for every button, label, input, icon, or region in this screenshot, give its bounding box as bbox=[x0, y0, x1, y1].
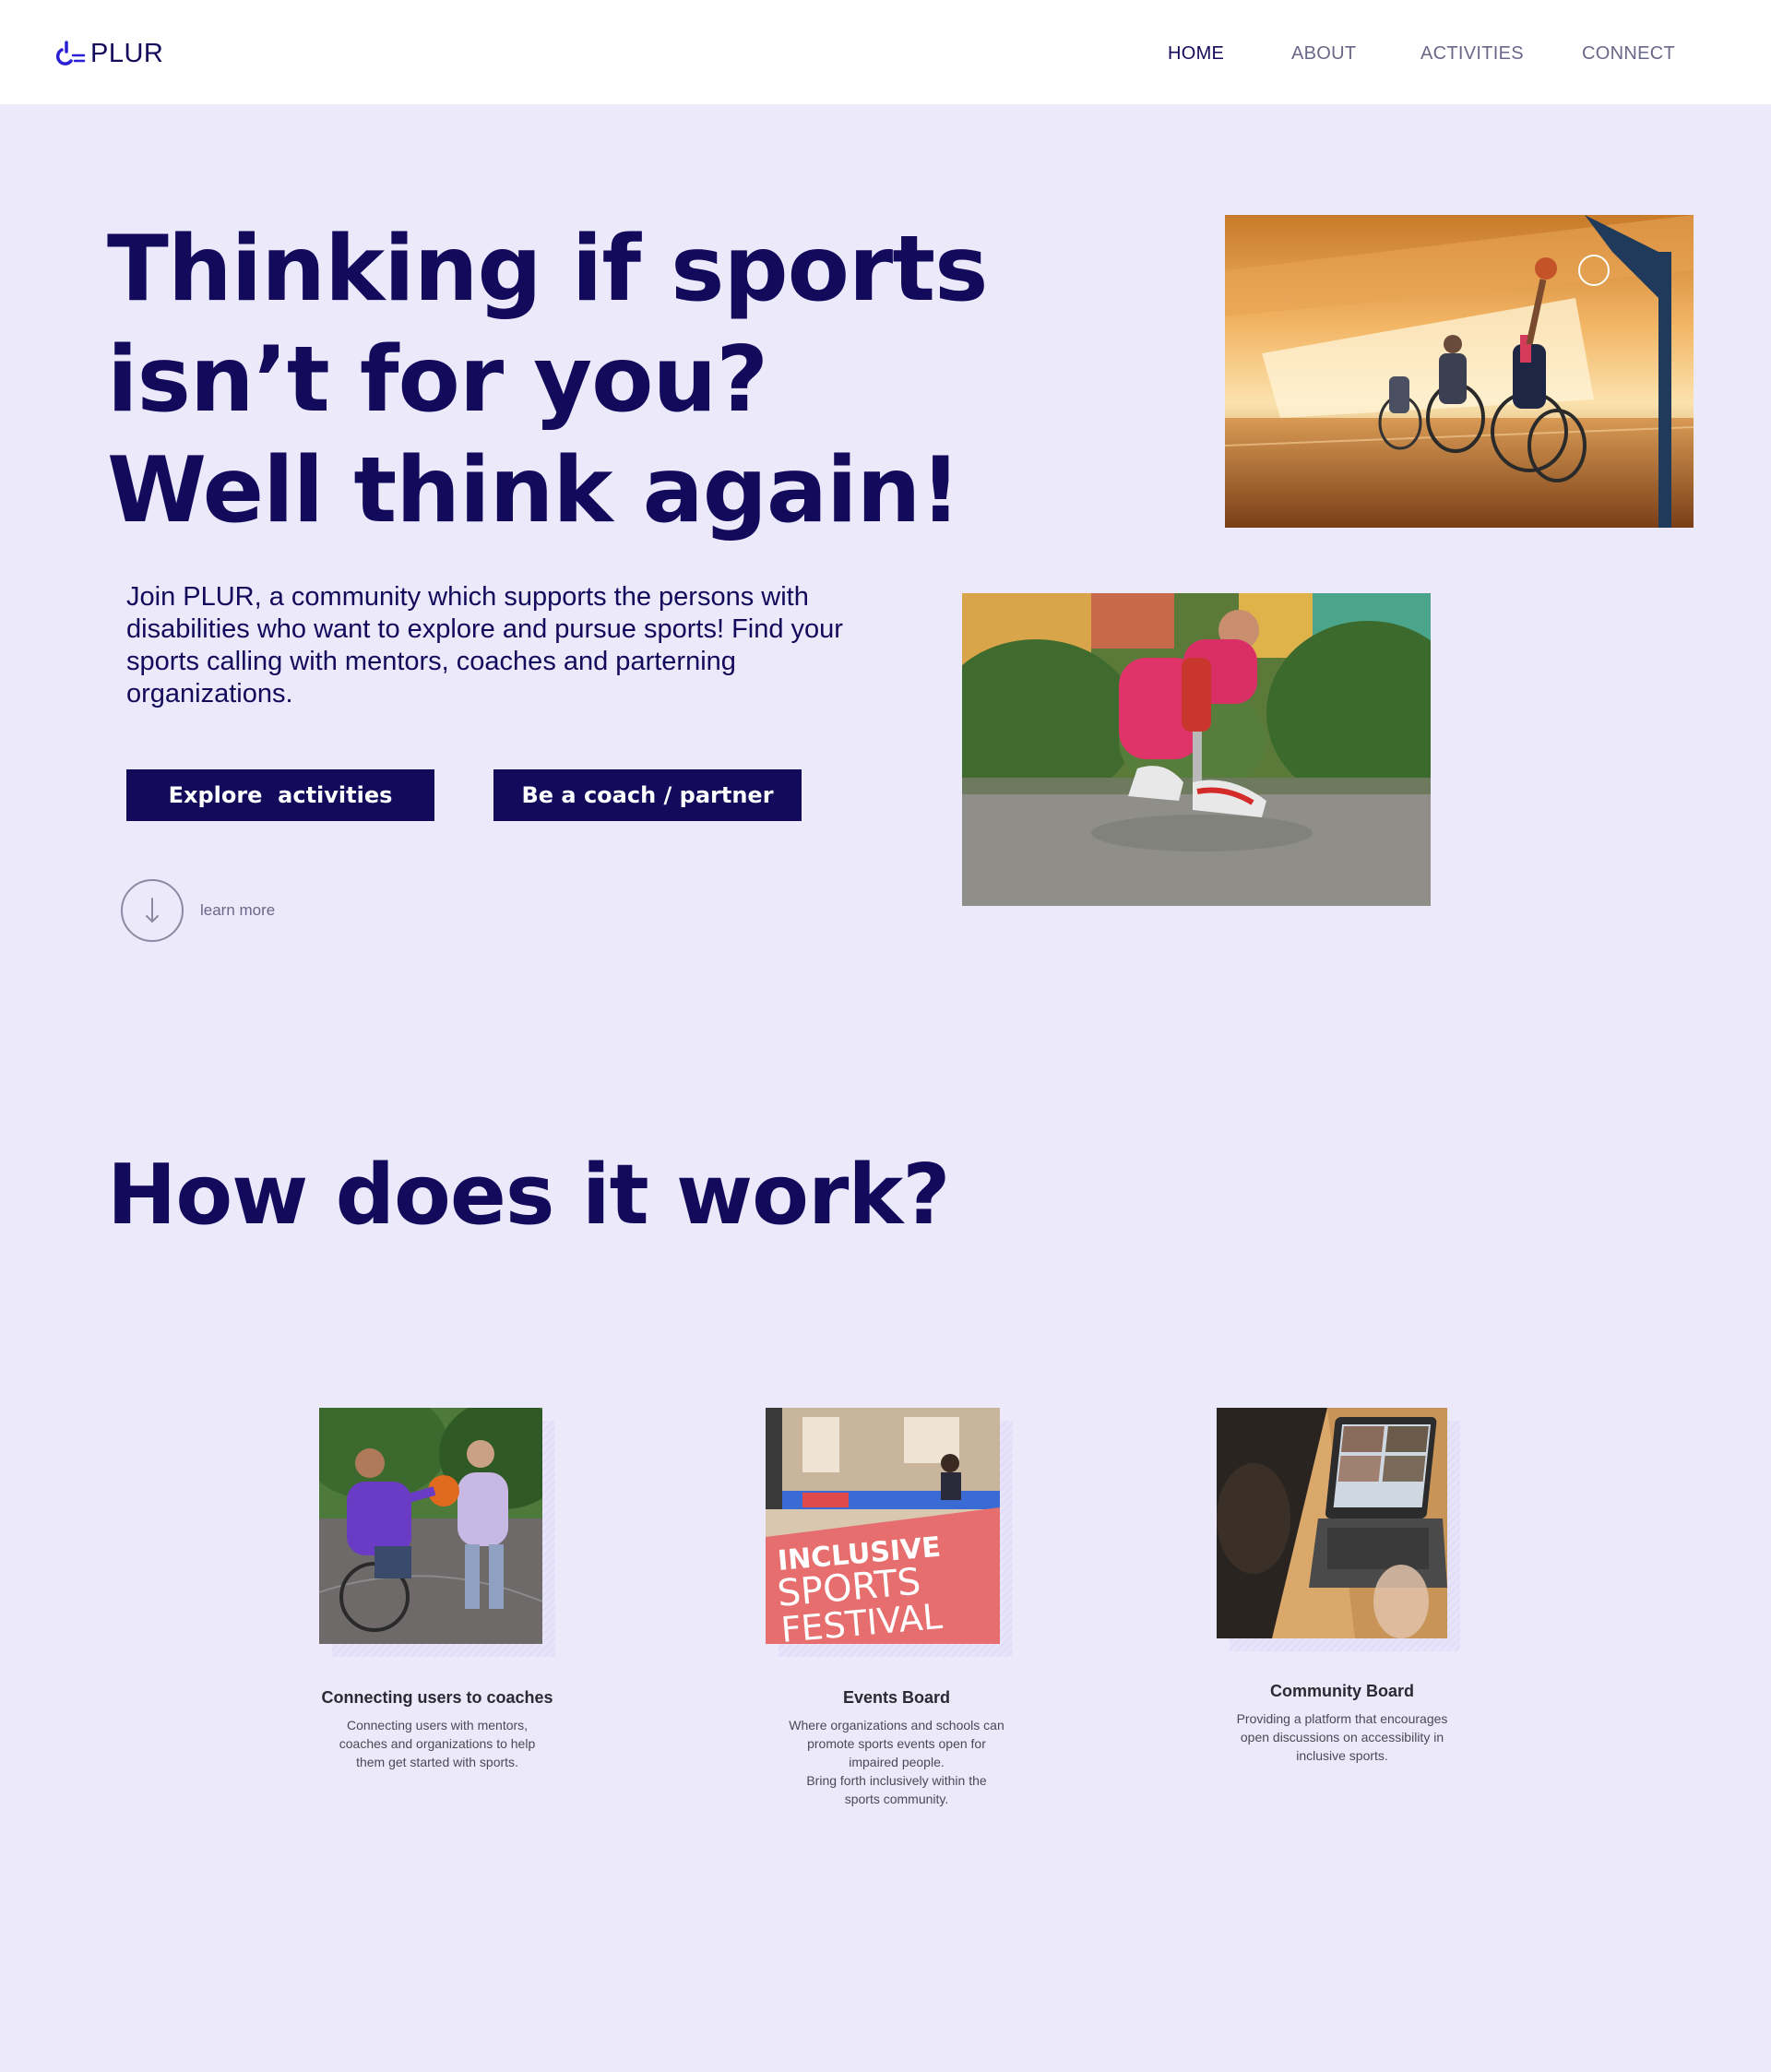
inclusive-sports-festival-photo: INCLUSIVE SPORTS FESTIVAL bbox=[766, 1408, 1000, 1644]
hero-title: Thinking if sports isn’t for you? Well t… bbox=[107, 214, 988, 546]
learn-more-circle bbox=[121, 879, 184, 942]
main-nav: HOME ABOUT ACTIVITIES CONNECT bbox=[0, 43, 1771, 71]
explore-activities-button[interactable]: Explore activities bbox=[126, 769, 434, 821]
card-image-frame bbox=[1217, 1408, 1460, 1651]
wheelchair-basketball-photo bbox=[1225, 215, 1694, 528]
coach-basketball-photo bbox=[319, 1408, 542, 1644]
hero-description: Join PLUR, a community which supports th… bbox=[126, 582, 843, 709]
card-description: Providing a platform that encourages ope… bbox=[1236, 1711, 1448, 1763]
be-coach-partner-button[interactable]: Be a coach / partner bbox=[493, 769, 802, 821]
card-title: Community Board bbox=[1269, 1682, 1414, 1700]
arrow-down-icon bbox=[146, 898, 159, 923]
prosthetic-leg-runner-photo bbox=[962, 593, 1431, 906]
card-events-board: INCLUSIVE SPORTS FESTIVAL Events Board W… bbox=[749, 1408, 1044, 1832]
card-title: Connecting users to coaches bbox=[321, 1688, 553, 1707]
top-header: PLUR HOME ABOUT ACTIVITIES CONNECT bbox=[0, 0, 1771, 104]
card-description: Where organizations and schools can prom… bbox=[789, 1718, 1004, 1806]
hero-title-line: Well think again! bbox=[107, 438, 961, 543]
learn-more-label: learn more bbox=[200, 901, 276, 919]
card-description: Connecting users with mentors, coaches a… bbox=[339, 1718, 536, 1769]
card-image-frame bbox=[319, 1408, 555, 1657]
how-it-works-title: How does it work? bbox=[107, 1147, 950, 1244]
card-connecting-coaches: Connecting users to coaches Connecting u… bbox=[290, 1408, 585, 1795]
hero-title-line: Thinking if sports bbox=[107, 217, 988, 322]
nav-home[interactable]: HOME bbox=[1168, 43, 1224, 65]
card-community-board: Community Board Providing a platform tha… bbox=[1195, 1408, 1490, 1795]
nav-about[interactable]: ABOUT bbox=[1291, 43, 1356, 65]
card-image-frame: INCLUSIVE SPORTS FESTIVAL bbox=[766, 1408, 1013, 1657]
nav-connect[interactable]: CONNECT bbox=[1582, 43, 1675, 65]
card-title: Events Board bbox=[842, 1688, 951, 1707]
learn-more-link[interactable]: learn more bbox=[121, 879, 275, 942]
video-call-laptop-photo bbox=[1217, 1408, 1447, 1638]
nav-activities[interactable]: ACTIVITIES bbox=[1420, 43, 1524, 65]
hero-title-line: isn’t for you? bbox=[107, 327, 768, 433]
